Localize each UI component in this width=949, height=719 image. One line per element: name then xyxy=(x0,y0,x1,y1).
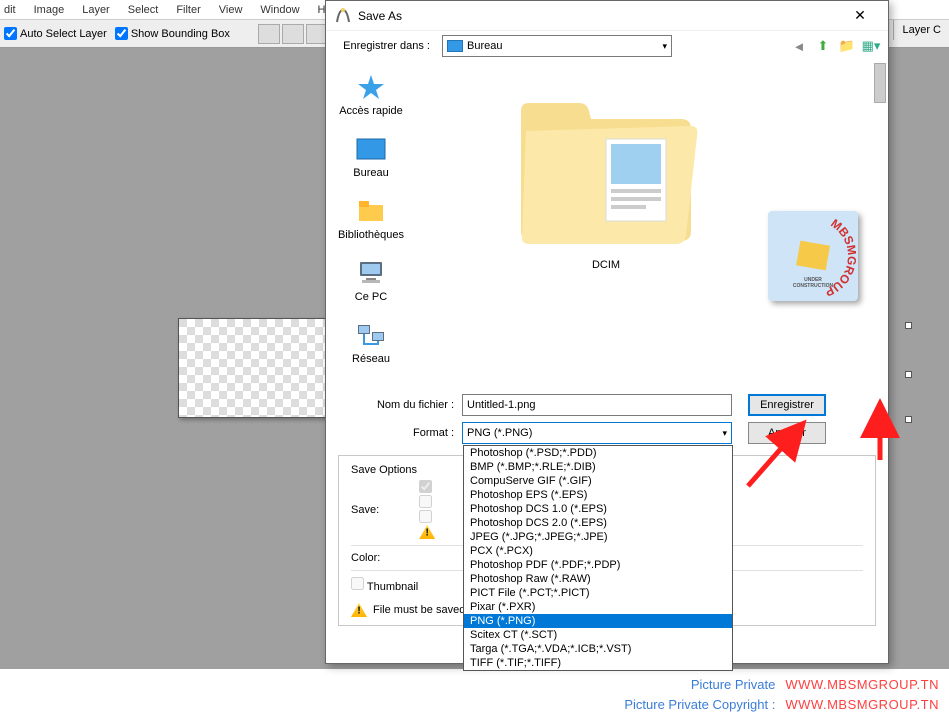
sidebar-item-libraries[interactable]: Bibliothèques xyxy=(338,197,404,241)
desktop-icon xyxy=(355,135,387,163)
format-option[interactable]: TIFF (*.TIF;*.TIFF) xyxy=(464,656,732,670)
format-row: Format : PNG (*.PNG) ▾ Photoshop (*.PSD;… xyxy=(326,419,888,447)
star-icon xyxy=(355,73,387,101)
folder-label: DCIM xyxy=(592,259,620,271)
sidebar-item-network[interactable]: Réseau xyxy=(352,321,390,365)
format-option[interactable]: Photoshop (*.PSD;*.PDD) xyxy=(464,446,732,460)
footer-link[interactable]: WWW.MBSMGROUP.TN xyxy=(785,675,939,695)
location-combo[interactable]: Bureau ▾ xyxy=(442,35,672,57)
chevron-down-icon: ▾ xyxy=(722,428,727,439)
thumbnail-checkbox[interactable]: Thumbnail xyxy=(351,581,418,593)
format-option[interactable]: Photoshop DCS 1.0 (*.EPS) xyxy=(464,502,732,516)
transform-handle[interactable] xyxy=(905,371,912,378)
footer-label[interactable]: Picture Private xyxy=(691,675,776,695)
desktop-icon xyxy=(447,40,463,52)
menu-filter[interactable]: Filter xyxy=(176,4,200,16)
location-label: Enregistrer dans : xyxy=(334,40,434,52)
chevron-down-icon: ▾ xyxy=(662,41,667,52)
file-item-logo[interactable]: MBSMGROUP UNDER CONSTRUCTION xyxy=(768,211,868,311)
sidebar-item-label: Réseau xyxy=(352,353,390,365)
menu-edit[interactable]: dit xyxy=(4,4,16,16)
format-option[interactable]: JPEG (*.JPG;*.JPEG;*.JPE) xyxy=(464,530,732,544)
format-value: PNG (*.PNG) xyxy=(467,427,532,439)
warning-icon xyxy=(419,525,435,539)
sidebar-item-quickaccess[interactable]: Accès rapide xyxy=(339,73,403,117)
filename-label: Nom du fichier : xyxy=(334,399,454,411)
save-opt-checkbox[interactable] xyxy=(419,495,435,508)
format-dropdown[interactable]: Photoshop (*.PSD;*.PDD)BMP (*.BMP;*.RLE;… xyxy=(463,445,733,671)
color-label: Color: xyxy=(351,552,380,564)
format-option[interactable]: BMP (*.BMP;*.RLE;*.DIB) xyxy=(464,460,732,474)
network-icon xyxy=(355,321,387,349)
sidebar-item-label: Accès rapide xyxy=(339,105,403,117)
sidebar-item-label: Bibliothèques xyxy=(338,229,404,241)
align-button[interactable] xyxy=(258,24,280,44)
scrollbar[interactable] xyxy=(874,63,886,103)
format-option[interactable]: Scitex CT (*.SCT) xyxy=(464,628,732,642)
format-option[interactable]: Targa (*.TGA;*.VDA;*.ICB;*.VST) xyxy=(464,642,732,656)
format-combo[interactable]: PNG (*.PNG) ▾ Photoshop (*.PSD;*.PDD)BMP… xyxy=(462,422,732,444)
dialog-title: Save As xyxy=(358,9,840,23)
new-folder-icon[interactable]: 📁 xyxy=(838,37,856,55)
sidebar-item-thispc[interactable]: Ce PC xyxy=(355,259,387,303)
transform-handle[interactable] xyxy=(905,416,912,423)
places-sidebar: Accès rapide Bureau Bibliothèques Ce PC … xyxy=(326,61,416,391)
format-option[interactable]: Pixar (*.PXR) xyxy=(464,600,732,614)
format-option[interactable]: Photoshop PDF (*.PDF;*.PDP) xyxy=(464,558,732,572)
filename-input[interactable] xyxy=(462,394,732,416)
location-value: Bureau xyxy=(467,40,502,52)
save-opt-checkbox[interactable] xyxy=(419,510,435,523)
save-label: Save: xyxy=(351,504,379,516)
save-button[interactable]: Enregistrer xyxy=(748,394,826,416)
save-opt-checkbox[interactable] xyxy=(419,480,435,493)
app-icon xyxy=(334,7,352,25)
folder-icon xyxy=(511,91,701,251)
footer-label[interactable]: Picture Private Copyright : xyxy=(624,695,775,715)
menu-window[interactable]: Window xyxy=(260,4,299,16)
document-window[interactable] xyxy=(178,318,328,418)
view-menu-icon[interactable]: ▦▾ xyxy=(862,37,880,55)
filename-row: Nom du fichier : Enregistrer xyxy=(326,391,888,419)
transform-handle[interactable] xyxy=(905,322,912,329)
format-option[interactable]: Photoshop Raw (*.RAW) xyxy=(464,572,732,586)
file-browser: Accès rapide Bureau Bibliothèques Ce PC … xyxy=(326,61,888,391)
format-option[interactable]: Photoshop DCS 2.0 (*.EPS) xyxy=(464,516,732,530)
page-footer: Picture Private WWW.MBSMGROUP.TN Picture… xyxy=(0,671,949,719)
up-icon[interactable]: ⬆ xyxy=(814,37,832,55)
save-as-dialog: Save As ✕ Enregistrer dans : Bureau ▾ ◄ … xyxy=(325,0,889,664)
format-option[interactable]: CompuServe GIF (*.GIF) xyxy=(464,474,732,488)
svg-text:CONSTRUCTION: CONSTRUCTION xyxy=(793,283,834,289)
close-button[interactable]: ✕ xyxy=(840,1,880,31)
format-option[interactable]: PICT File (*.PCT;*.PICT) xyxy=(464,586,732,600)
back-icon[interactable]: ◄ xyxy=(790,37,808,55)
auto-select-checkbox[interactable]: Auto Select Layer xyxy=(4,27,107,40)
menu-select[interactable]: Select xyxy=(128,4,159,16)
logo-thumbnail: MBSMGROUP UNDER CONSTRUCTION xyxy=(768,211,858,301)
footer-link[interactable]: WWW.MBSMGROUP.TN xyxy=(785,695,939,715)
pc-icon xyxy=(355,259,387,287)
menu-view[interactable]: View xyxy=(219,4,243,16)
show-bbox-checkbox[interactable]: Show Bounding Box xyxy=(115,27,230,40)
warning-icon xyxy=(351,603,367,617)
format-option[interactable]: PNG (*.PNG) xyxy=(464,614,732,628)
format-option[interactable]: Photoshop EPS (*.EPS) xyxy=(464,488,732,502)
cancel-button[interactable]: Annuler xyxy=(748,422,826,444)
sidebar-item-label: Bureau xyxy=(353,167,388,179)
file-list[interactable]: DCIM MBSMGROUP UNDER CONSTRUCTION xyxy=(416,61,888,391)
dialog-titlebar: Save As ✕ xyxy=(326,1,888,31)
format-label: Format : xyxy=(334,427,454,439)
location-bar: Enregistrer dans : Bureau ▾ ◄ ⬆ 📁 ▦▾ xyxy=(326,31,888,61)
sidebar-item-label: Ce PC xyxy=(355,291,387,303)
align-button[interactable] xyxy=(282,24,304,44)
format-option[interactable]: PCX (*.PCX) xyxy=(464,544,732,558)
sidebar-item-desktop[interactable]: Bureau xyxy=(353,135,388,179)
menu-layer[interactable]: Layer xyxy=(82,4,110,16)
libraries-icon xyxy=(355,197,387,225)
layers-panel-tab[interactable]: Layer C xyxy=(893,20,949,40)
menu-image[interactable]: Image xyxy=(34,4,65,16)
folder-item-dcim[interactable]: DCIM xyxy=(496,91,716,271)
